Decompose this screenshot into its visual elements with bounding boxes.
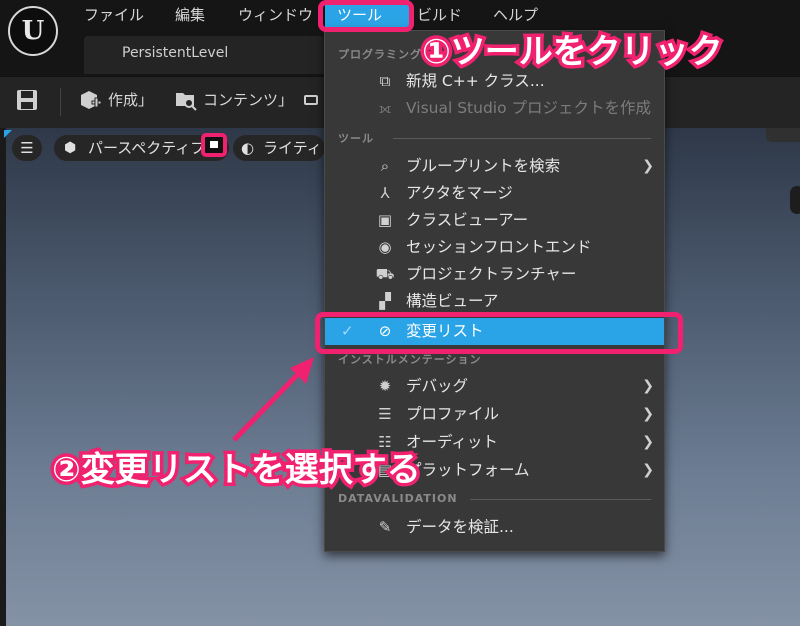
tab-persistent-level[interactable]: PersistentLevel xyxy=(84,36,324,74)
validate-data-icon: ✎ xyxy=(378,518,392,536)
chevron-right-icon: ❯ xyxy=(642,158,654,174)
highlight-changelist xyxy=(315,312,683,354)
visual-studio-icon: ⟗ xyxy=(378,99,392,117)
chevron-right-icon: ❯ xyxy=(642,462,654,478)
class-viewer-icon: ▣ xyxy=(377,211,393,229)
menu-item-validate-data[interactable]: ✎ データを検証... xyxy=(325,514,664,541)
lighting-button[interactable]: ◐ ライティ xyxy=(233,135,325,161)
section-tools: ツール xyxy=(338,132,374,145)
find-blueprint-icon: ⌕ xyxy=(380,157,390,175)
profile-icon: ☰ xyxy=(378,405,392,423)
viewport-menu-button[interactable]: ☰ xyxy=(12,135,42,161)
save-icon[interactable] xyxy=(16,89,38,111)
content-label: コンテンツ xyxy=(203,91,279,109)
merge-actors-icon: ⅄ xyxy=(380,184,390,202)
highlight-tools-menu xyxy=(318,0,414,32)
menu-item-create-vs-project: ⟗ Visual Studio プロジェクトを作成 xyxy=(325,95,664,122)
viewport-edge xyxy=(0,128,6,626)
struct-viewer-icon: ▞ xyxy=(379,292,391,310)
blueprint-icon[interactable] xyxy=(304,95,318,105)
tab-label: PersistentLevel xyxy=(122,45,229,61)
menu-item-label: デバッグ xyxy=(406,377,469,395)
viewport-right-control[interactable] xyxy=(766,128,800,142)
menu-item-label: アクタをマージ xyxy=(406,184,513,202)
lighting-label: ライティ xyxy=(263,139,322,157)
chevron-right-icon: ❯ xyxy=(642,434,654,450)
hamburger-icon: ☰ xyxy=(20,139,34,157)
toolbar-divider xyxy=(60,88,61,116)
create-label: 作成 xyxy=(108,91,139,109)
annotation-step1: ①ツールをクリック xyxy=(419,29,727,76)
session-frontend-icon: ◉ xyxy=(378,238,392,256)
annotation-step2: ②変更リストを選択する xyxy=(49,447,425,494)
menu-item-label: データを検証... xyxy=(406,518,514,536)
viewport-active-corner xyxy=(4,130,12,138)
menu-item-project-launcher[interactable]: ⛟ プロジェクトランチャー xyxy=(325,261,664,288)
content-icon xyxy=(174,88,198,112)
viewport-right-handle[interactable] xyxy=(790,186,800,214)
unreal-logo-icon: U xyxy=(8,6,58,56)
debug-icon: ✹ xyxy=(378,377,392,395)
lighting-icon: ◐ xyxy=(241,139,255,157)
menu-item-label: プラットフォーム xyxy=(406,461,530,479)
menu-item-struct-viewer[interactable]: ▞ 構造ビューア xyxy=(325,288,664,315)
section-divider xyxy=(470,499,651,500)
menu-item-label: クラスビューアー xyxy=(406,211,529,229)
menu-file[interactable]: ファイル xyxy=(84,0,144,30)
project-launcher-icon: ⛟ xyxy=(375,265,395,283)
section-divider xyxy=(393,138,651,139)
menu-item-label: セッションフロントエンド xyxy=(406,238,592,256)
menu-item-label: プロファイル xyxy=(406,405,500,423)
cube-icon: ⬢ xyxy=(64,140,77,156)
menu-item-profile[interactable]: ☰ プロファイル ❯ xyxy=(325,401,664,428)
menu-item-debug[interactable]: ✹ デバッグ ❯ xyxy=(325,373,664,400)
menu-edit[interactable]: 編集 xyxy=(175,0,205,30)
cpp-class-icon: ⧉ xyxy=(379,72,391,90)
menu-item-session-frontend[interactable]: ◉ セッションフロントエンド xyxy=(325,234,664,261)
perspective-label: パースペクティブ xyxy=(88,139,206,157)
menu-item-label: ブループリントを検索 xyxy=(406,157,561,175)
menu-item-class-viewer[interactable]: ▣ クラスビューアー xyxy=(325,207,664,234)
annotation-marker xyxy=(201,133,227,157)
content-button[interactable]: コンテンツ」 xyxy=(203,86,293,114)
menu-window[interactable]: ウィンドウ xyxy=(238,0,313,30)
menu-item-label: 新規 C++ クラス... xyxy=(406,72,545,90)
menu-item-label: Visual Studio プロジェクトを作成 xyxy=(406,99,651,117)
chevron-right-icon: ❯ xyxy=(642,378,654,394)
create-button[interactable]: 作成」 xyxy=(108,86,153,114)
menu-item-label: 構造ビューア xyxy=(406,292,499,310)
menu-item-find-blueprint[interactable]: ⌕ ブループリントを検索 ❯ xyxy=(325,153,664,180)
chevron-right-icon: ❯ xyxy=(642,406,654,422)
section-programming: プログラミング xyxy=(338,48,422,61)
menu-item-merge-actors[interactable]: ⅄ アクタをマージ xyxy=(325,180,664,207)
menu-item-label: プロジェクトランチャー xyxy=(406,265,577,283)
section-datavalidation: DATAVALIDATION xyxy=(338,492,458,505)
create-icon xyxy=(78,88,102,112)
